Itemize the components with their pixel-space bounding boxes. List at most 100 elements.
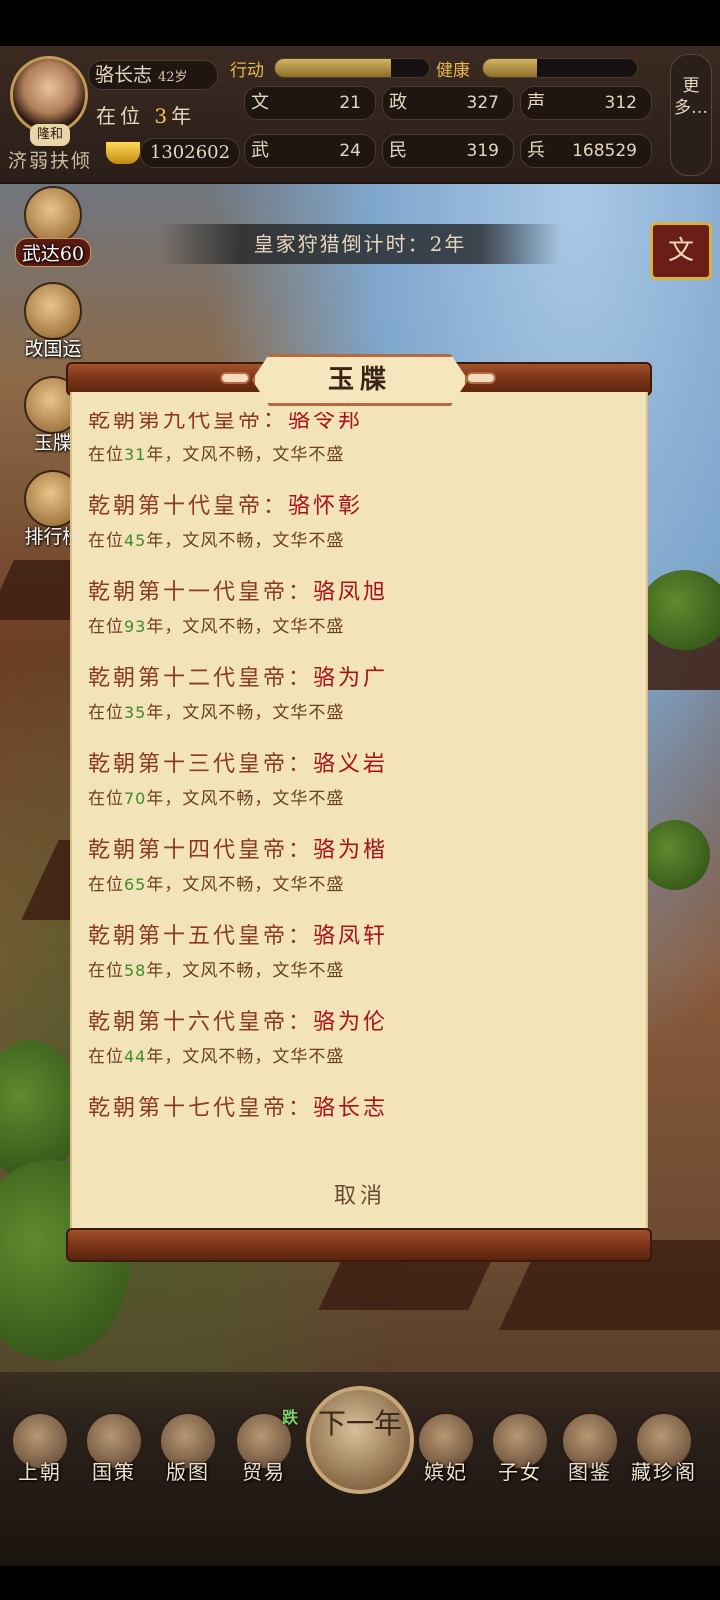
reign-years-text: 在位 3年 — [96, 100, 195, 129]
nav-item-gallery[interactable]: 图鉴 — [552, 1412, 628, 1485]
generation-label: 乾朝第九代皇帝： — [88, 412, 289, 433]
entry-title: 乾朝第十代皇帝：骆怀彰 — [88, 488, 628, 526]
emperor-entry: 乾朝第九代皇帝：骆令邦 在位31年，文风不畅，文华不盛 — [88, 412, 628, 488]
emperor-name: 骆长志 — [95, 64, 153, 86]
nav-label: 图鉴 — [568, 1460, 612, 1484]
nav-item-consort[interactable]: 嫔妃 — [408, 1412, 484, 1485]
reign-years: 65 — [124, 875, 147, 894]
nav-label: 上朝 — [18, 1460, 62, 1484]
next-year-button[interactable]: 下一年 — [306, 1386, 414, 1494]
emperor-entry: 乾朝第十三代皇帝：骆义岩 在位70年，文风不畅，文华不盛 — [88, 746, 628, 832]
nav-label: 国策 — [92, 1460, 136, 1484]
stat-min: 民 319 — [382, 134, 514, 168]
stat-value: 21 — [339, 93, 361, 113]
tree-decoration — [640, 820, 710, 890]
reign-summary: 年，文风不畅，文华不盛 — [146, 531, 345, 551]
nav-item-policy[interactable]: 国策 — [76, 1412, 152, 1485]
emperor-entry: 乾朝第十六代皇帝：骆为伦 在位44年，文风不畅，文华不盛 — [88, 1004, 628, 1090]
side-button-wuda[interactable]: 武达60 — [8, 186, 98, 267]
entry-title: 乾朝第十三代皇帝：骆义岩 — [88, 746, 628, 784]
nav-label: 版图 — [166, 1460, 210, 1484]
reign-prefix: 在位 — [88, 445, 124, 465]
nav-item-court[interactable]: 上朝 — [2, 1412, 78, 1485]
emperor-name-box: 骆长志 42岁 — [88, 60, 218, 90]
hunt-countdown: 皇家狩猎倒计时：2年 — [160, 224, 560, 264]
emperor-entry: 乾朝第十五代皇帝：骆凤轩 在位58年，文风不畅，文华不盛 — [88, 918, 628, 1004]
gold-amount: 1302602 — [140, 138, 240, 168]
side-button-label: 武达60 — [14, 238, 92, 267]
emperor-name: 骆怀彰 — [288, 494, 364, 519]
emperor-name: 骆长志 — [313, 1096, 389, 1121]
emperor-entry: 乾朝第十七代皇帝：骆长志 — [88, 1090, 628, 1158]
nav-item-trade[interactable]: 贸易 跌 — [226, 1408, 302, 1485]
reign-prefix: 在位 — [88, 789, 124, 809]
generation-label: 乾朝第十四代皇帝： — [88, 838, 314, 863]
stat-label: 兵 — [527, 140, 545, 161]
cancel-button[interactable]: 取消 — [300, 1178, 420, 1210]
emperor-name: 骆凤旭 — [313, 580, 389, 605]
stat-label: 文 — [251, 92, 269, 113]
stat-wu: 武 24 — [244, 134, 376, 168]
entry-meta: 在位35年，文风不畅，文华不盛 — [88, 698, 628, 732]
stat-zheng: 政 327 — [382, 86, 514, 120]
entry-title: 乾朝第十五代皇帝：骆凤轩 — [88, 918, 628, 956]
stat-value: 168529 — [572, 141, 637, 161]
emperor-avatar[interactable] — [10, 56, 88, 134]
entry-title: 乾朝第十六代皇帝：骆为伦 — [88, 1004, 628, 1042]
entry-meta: 在位44年，文风不畅，文华不盛 — [88, 1042, 628, 1076]
reign-summary: 年，文风不畅，文华不盛 — [146, 789, 345, 809]
emperor-entry: 乾朝第十二代皇帝：骆为广在位35年，文风不畅，文华不盛 — [88, 660, 628, 746]
entry-meta: 在位65年，文风不畅，文华不盛 — [88, 870, 628, 904]
stat-value: 312 — [604, 93, 637, 113]
entry-title: 乾朝第十一代皇帝：骆凤旭 — [88, 574, 628, 612]
stat-label: 武 — [251, 140, 269, 161]
reign-prefix: 在位 — [88, 961, 124, 981]
nav-item-children[interactable]: 子女 — [482, 1412, 558, 1485]
status-bar — [0, 0, 720, 46]
plaque-knob-left — [220, 372, 250, 384]
reign-years: 93 — [124, 617, 147, 636]
roof-decoration — [318, 1260, 492, 1310]
gold-ingot-icon — [106, 142, 140, 164]
nav-label: 嫔妃 — [424, 1460, 468, 1484]
health-bar — [482, 58, 638, 78]
generation-label: 乾朝第十三代皇帝： — [88, 752, 314, 777]
emperor-age: 42岁 — [158, 70, 188, 85]
emperor-name: 骆为楷 — [313, 838, 389, 863]
generation-label: 乾朝第十五代皇帝： — [88, 924, 314, 949]
genealogy-list[interactable]: 乾朝第九代皇帝：骆令邦 在位31年，文风不畅，文华不盛 乾朝第十代皇帝：骆怀彰 在位4… — [88, 412, 628, 1158]
entry-title: 乾朝第九代皇帝：骆令邦 — [88, 412, 628, 440]
reign-suffix: 年 — [171, 104, 196, 128]
reign-prefix: 在位 — [88, 1047, 124, 1067]
emperor-entry: 乾朝第十四代皇帝：骆为楷在位65年，文风不畅，文华不盛 — [88, 832, 628, 918]
system-nav-bar — [0, 1566, 720, 1600]
reign-years: 45 — [124, 531, 147, 550]
reign-summary: 年，文风不畅，文华不盛 — [146, 1047, 345, 1067]
reign-summary: 年，文风不畅，文华不盛 — [146, 875, 345, 895]
generation-label: 乾朝第十一代皇帝： — [88, 580, 314, 605]
scroll-bottom-rod — [66, 1228, 652, 1262]
price-drop-badge: 跌 — [281, 1408, 298, 1427]
generation-label: 乾朝第十二代皇帝： — [88, 666, 314, 691]
wen-button[interactable]: 文 — [650, 222, 712, 280]
stat-value: 327 — [466, 93, 499, 113]
entry-meta: 在位93年，文风不畅，文华不盛 — [88, 612, 628, 646]
nav-item-treasure[interactable]: 藏珍阁 — [626, 1412, 702, 1485]
stat-value: 319 — [466, 141, 499, 161]
reign-years: 35 — [124, 703, 147, 722]
emperor-name: 骆为广 — [313, 666, 389, 691]
modal-title: 玉牒 — [252, 354, 468, 406]
more-button[interactable]: 更多… — [670, 54, 712, 176]
reign-years: 58 — [124, 961, 147, 980]
emperor-motto: 济弱扶倾 — [8, 150, 93, 172]
side-button-label: 改国运 — [24, 338, 82, 360]
stat-label: 政 — [389, 92, 407, 113]
emperor-entry: 乾朝第十代皇帝：骆怀彰 在位45年，文风不畅，文华不盛 — [88, 488, 628, 574]
era-badge: 隆和 — [30, 124, 70, 146]
nav-item-map[interactable]: 版图 — [150, 1412, 226, 1485]
nav-label: 贸易 — [242, 1460, 286, 1484]
generation-label: 乾朝第十七代皇帝： — [88, 1096, 314, 1121]
plaque-knob-right — [466, 372, 496, 384]
generation-label: 乾朝第十代皇帝： — [88, 494, 289, 519]
side-button-fortune[interactable]: 改国运 — [8, 282, 98, 361]
